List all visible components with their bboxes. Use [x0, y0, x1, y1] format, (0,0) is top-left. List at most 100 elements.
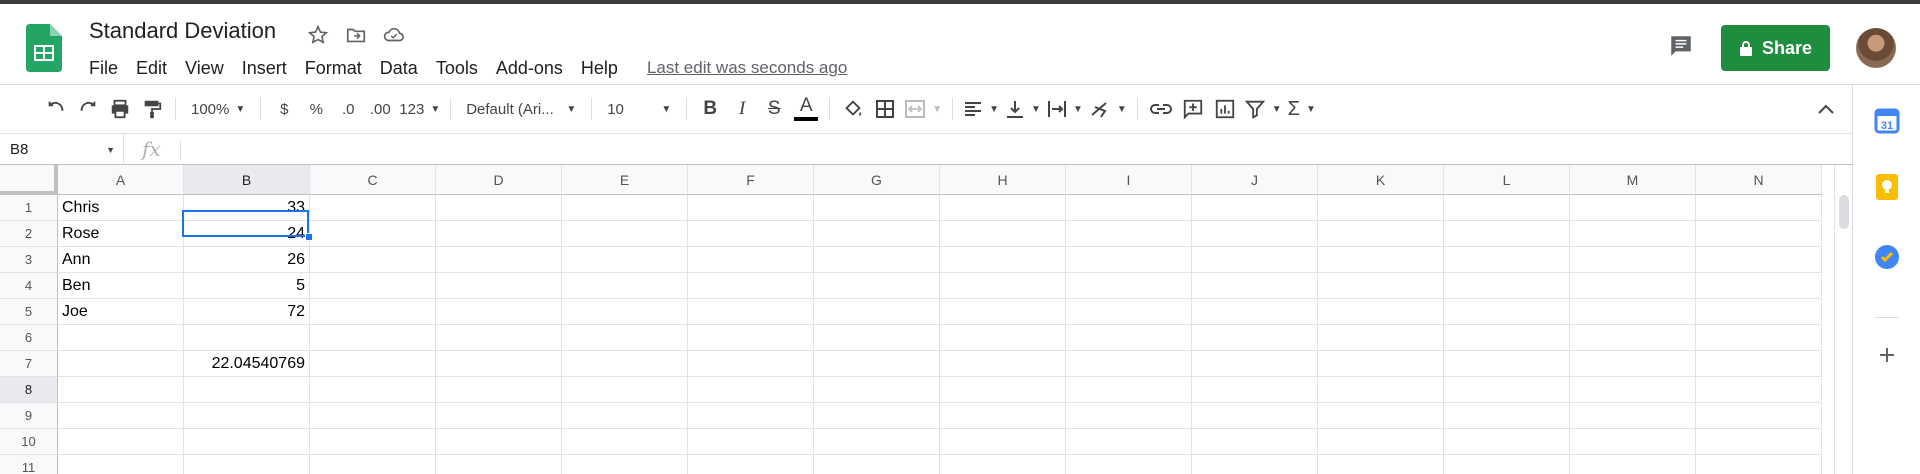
cell-i8[interactable]	[1066, 377, 1192, 403]
cell-l10[interactable]	[1444, 429, 1570, 455]
cell-a11[interactable]	[58, 455, 184, 474]
cell-a5[interactable]: Joe	[58, 299, 184, 325]
column-header-m[interactable]: M	[1570, 165, 1696, 195]
fill-handle[interactable]	[305, 233, 313, 241]
cell-g1[interactable]	[814, 195, 940, 221]
scrollbar-thumb[interactable]	[1839, 195, 1849, 229]
zoom-select[interactable]: 100% ▼	[183, 93, 253, 125]
cell-l6[interactable]	[1444, 325, 1570, 351]
menu-data[interactable]: Data	[371, 56, 427, 81]
menu-file[interactable]: File	[80, 56, 127, 81]
add-icon[interactable]	[1873, 341, 1901, 369]
share-button[interactable]: Share	[1721, 25, 1830, 71]
cell-j8[interactable]	[1192, 377, 1318, 403]
borders-icon[interactable]	[869, 93, 901, 125]
cell-n11[interactable]	[1696, 455, 1822, 474]
cell-k6[interactable]	[1318, 325, 1444, 351]
sheets-logo-icon[interactable]	[26, 24, 62, 72]
cell-c9[interactable]	[310, 403, 436, 429]
cell-b6[interactable]	[184, 325, 310, 351]
cell-l9[interactable]	[1444, 403, 1570, 429]
vertical-align-icon[interactable]: ▼	[1002, 93, 1044, 125]
cell-f1[interactable]	[688, 195, 814, 221]
cell-a9[interactable]	[58, 403, 184, 429]
cell-c1[interactable]	[310, 195, 436, 221]
cell-l5[interactable]	[1444, 299, 1570, 325]
row-header-7[interactable]: 7	[0, 351, 58, 377]
cell-k2[interactable]	[1318, 221, 1444, 247]
text-color-button[interactable]: A	[790, 93, 822, 125]
cell-h9[interactable]	[940, 403, 1066, 429]
cell-k9[interactable]	[1318, 403, 1444, 429]
move-folder-icon[interactable]	[343, 22, 369, 48]
cell-e8[interactable]	[562, 377, 688, 403]
cell-h6[interactable]	[940, 325, 1066, 351]
cell-n8[interactable]	[1696, 377, 1822, 403]
cell-k10[interactable]	[1318, 429, 1444, 455]
cell-c5[interactable]	[310, 299, 436, 325]
cell-d4[interactable]	[436, 273, 562, 299]
cell-g11[interactable]	[814, 455, 940, 474]
font-size-select[interactable]: 10 ▼	[599, 93, 679, 125]
select-all-corner[interactable]	[0, 165, 58, 195]
cell-l8[interactable]	[1444, 377, 1570, 403]
cell-b4[interactable]: 5	[184, 273, 310, 299]
currency-format-button[interactable]: $	[268, 93, 300, 125]
avatar[interactable]	[1856, 28, 1896, 68]
cell-a2[interactable]: Rose	[58, 221, 184, 247]
cell-d2[interactable]	[436, 221, 562, 247]
cell-f6[interactable]	[688, 325, 814, 351]
cell-h7[interactable]	[940, 351, 1066, 377]
row-header-5[interactable]: 5	[0, 299, 58, 325]
column-header-g[interactable]: G	[814, 165, 940, 195]
cell-i1[interactable]	[1066, 195, 1192, 221]
vertical-scrollbar[interactable]	[1834, 165, 1852, 474]
cell-h2[interactable]	[940, 221, 1066, 247]
cell-n2[interactable]	[1696, 221, 1822, 247]
menu-help[interactable]: Help	[572, 56, 627, 81]
row-header-2[interactable]: 2	[0, 221, 58, 247]
cell-i5[interactable]	[1066, 299, 1192, 325]
cell-m9[interactable]	[1570, 403, 1696, 429]
cell-m1[interactable]	[1570, 195, 1696, 221]
text-rotation-icon[interactable]: ▼	[1086, 93, 1130, 125]
undo-icon[interactable]	[40, 93, 72, 125]
cell-j5[interactable]	[1192, 299, 1318, 325]
strikethrough-button[interactable]: S	[758, 93, 790, 125]
cell-b5[interactable]: 72	[184, 299, 310, 325]
cell-k7[interactable]	[1318, 351, 1444, 377]
fill-color-icon[interactable]	[837, 93, 869, 125]
cell-n9[interactable]	[1696, 403, 1822, 429]
collapse-menus-icon[interactable]	[1812, 95, 1840, 123]
cell-b10[interactable]	[184, 429, 310, 455]
insert-comment-icon[interactable]	[1177, 93, 1209, 125]
text-wrap-icon[interactable]: ▼	[1044, 93, 1086, 125]
cell-g10[interactable]	[814, 429, 940, 455]
cell-a8[interactable]	[58, 377, 184, 403]
cell-h8[interactable]	[940, 377, 1066, 403]
cell-g4[interactable]	[814, 273, 940, 299]
cell-e7[interactable]	[562, 351, 688, 377]
cell-e5[interactable]	[562, 299, 688, 325]
functions-button[interactable]: Σ ▼	[1285, 93, 1319, 125]
column-header-l[interactable]: L	[1444, 165, 1570, 195]
document-title[interactable]: Standard Deviation	[89, 18, 276, 44]
insert-link-icon[interactable]	[1145, 93, 1177, 125]
decrease-decimal-button[interactable]: .0	[332, 93, 364, 125]
cell-a4[interactable]: Ben	[58, 273, 184, 299]
keep-icon[interactable]	[1873, 173, 1901, 201]
cell-k8[interactable]	[1318, 377, 1444, 403]
cell-c3[interactable]	[310, 247, 436, 273]
cell-i3[interactable]	[1066, 247, 1192, 273]
bold-button[interactable]: B	[694, 93, 726, 125]
cell-m11[interactable]	[1570, 455, 1696, 474]
cell-d5[interactable]	[436, 299, 562, 325]
cell-d9[interactable]	[436, 403, 562, 429]
column-header-h[interactable]: H	[940, 165, 1066, 195]
cell-f7[interactable]	[688, 351, 814, 377]
cell-m3[interactable]	[1570, 247, 1696, 273]
cell-j6[interactable]	[1192, 325, 1318, 351]
cloud-saved-icon[interactable]	[381, 22, 407, 48]
cell-n7[interactable]	[1696, 351, 1822, 377]
cell-e10[interactable]	[562, 429, 688, 455]
